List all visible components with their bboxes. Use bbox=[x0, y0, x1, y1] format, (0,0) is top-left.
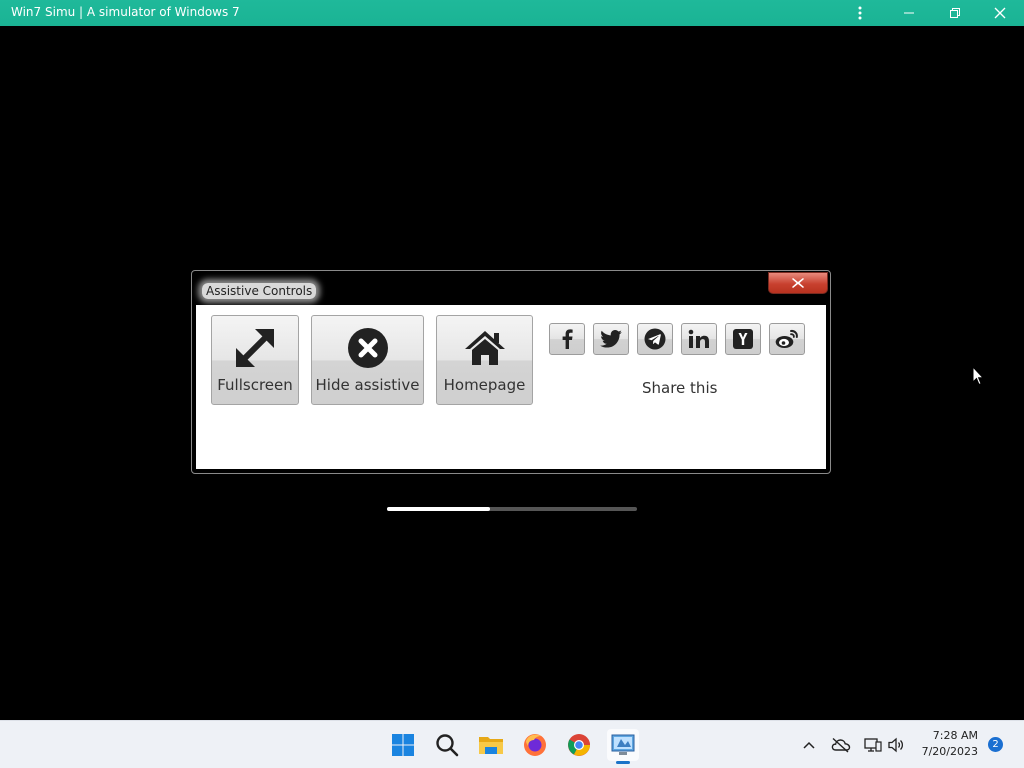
active-app-indicator bbox=[616, 761, 630, 764]
progress-fill bbox=[387, 507, 490, 511]
dialog-title: Assistive Controls bbox=[202, 283, 317, 299]
more-options-icon[interactable] bbox=[838, 0, 882, 26]
clock-time: 7:28 AM bbox=[932, 729, 978, 742]
dialog-body: Fullscreen Hide assistive Homepage Share… bbox=[196, 305, 826, 469]
chevron-up-icon[interactable] bbox=[797, 733, 821, 757]
twitter-icon bbox=[600, 330, 622, 348]
fullscreen-arrows-icon bbox=[233, 326, 277, 370]
share-linkedin-button[interactable] bbox=[681, 323, 717, 355]
network-icon[interactable] bbox=[861, 733, 885, 757]
mouse-cursor-icon bbox=[972, 365, 985, 390]
firefox-icon[interactable] bbox=[519, 729, 551, 761]
minimize-button[interactable] bbox=[887, 0, 931, 26]
close-window-button[interactable] bbox=[978, 0, 1022, 26]
app-title-bar: Win7 Simu | A simulator of Windows 7 bbox=[0, 0, 1024, 26]
file-explorer-icon[interactable] bbox=[475, 729, 507, 761]
facebook-icon bbox=[562, 329, 573, 349]
close-icon bbox=[792, 278, 804, 288]
loading-progress-bar bbox=[387, 507, 637, 511]
search-icon[interactable] bbox=[431, 729, 463, 761]
dialog-close-button[interactable] bbox=[768, 272, 828, 294]
windows-start-icon[interactable] bbox=[387, 729, 419, 761]
onedrive-offline-icon[interactable] bbox=[829, 733, 853, 757]
hide-assistive-label: Hide assistive bbox=[315, 376, 420, 394]
clock[interactable]: 7:28 AM 7/20/2023 bbox=[912, 728, 978, 760]
hide-assistive-button[interactable]: Hide assistive bbox=[311, 315, 424, 405]
weibo-icon bbox=[775, 329, 798, 348]
homepage-button[interactable]: Homepage bbox=[436, 315, 533, 405]
homepage-label: Homepage bbox=[443, 376, 526, 394]
assistive-controls-dialog: Assistive Controls Fullscreen Hide assis… bbox=[191, 270, 831, 474]
share-label: Share this bbox=[642, 379, 718, 397]
telegram-icon bbox=[644, 328, 666, 350]
fullscreen-label: Fullscreen bbox=[217, 376, 293, 394]
volume-icon[interactable] bbox=[884, 733, 908, 757]
taskbar: 7:28 AM 7/20/2023 2 bbox=[0, 720, 1024, 768]
window-title: Win7 Simu | A simulator of Windows 7 bbox=[11, 5, 240, 19]
share-weibo-button[interactable] bbox=[769, 323, 805, 355]
hacker-news-icon bbox=[733, 329, 753, 349]
chrome-icon[interactable] bbox=[563, 729, 595, 761]
win7-simu-app-icon[interactable] bbox=[607, 729, 639, 761]
fullscreen-button[interactable]: Fullscreen bbox=[211, 315, 299, 405]
home-icon bbox=[463, 326, 507, 370]
share-facebook-button[interactable] bbox=[549, 323, 585, 355]
linkedin-icon bbox=[688, 329, 709, 348]
notification-badge[interactable]: 2 bbox=[988, 737, 1003, 752]
share-hacker-news-button[interactable] bbox=[725, 323, 761, 355]
share-telegram-button[interactable] bbox=[637, 323, 673, 355]
clock-date: 7/20/2023 bbox=[921, 745, 978, 758]
restore-button[interactable] bbox=[933, 0, 977, 26]
close-circle-icon bbox=[347, 326, 389, 370]
share-twitter-button[interactable] bbox=[593, 323, 629, 355]
